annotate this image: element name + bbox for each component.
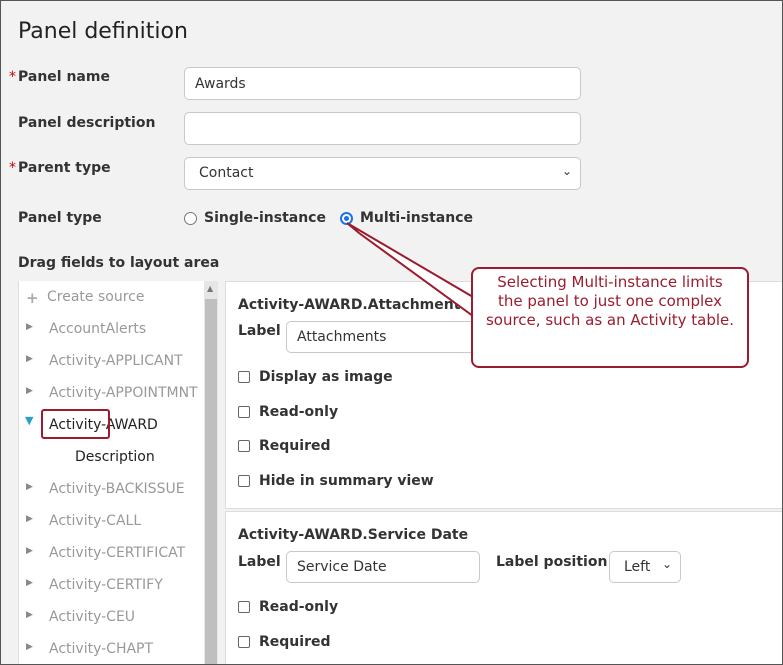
callout-text: Selecting Multi-instance limits the pane…	[485, 273, 735, 329]
callout-box: Selecting Multi-instance limits the pane…	[471, 267, 749, 368]
panel-definition-window: Panel definition * Panel name Panel desc…	[0, 0, 783, 665]
